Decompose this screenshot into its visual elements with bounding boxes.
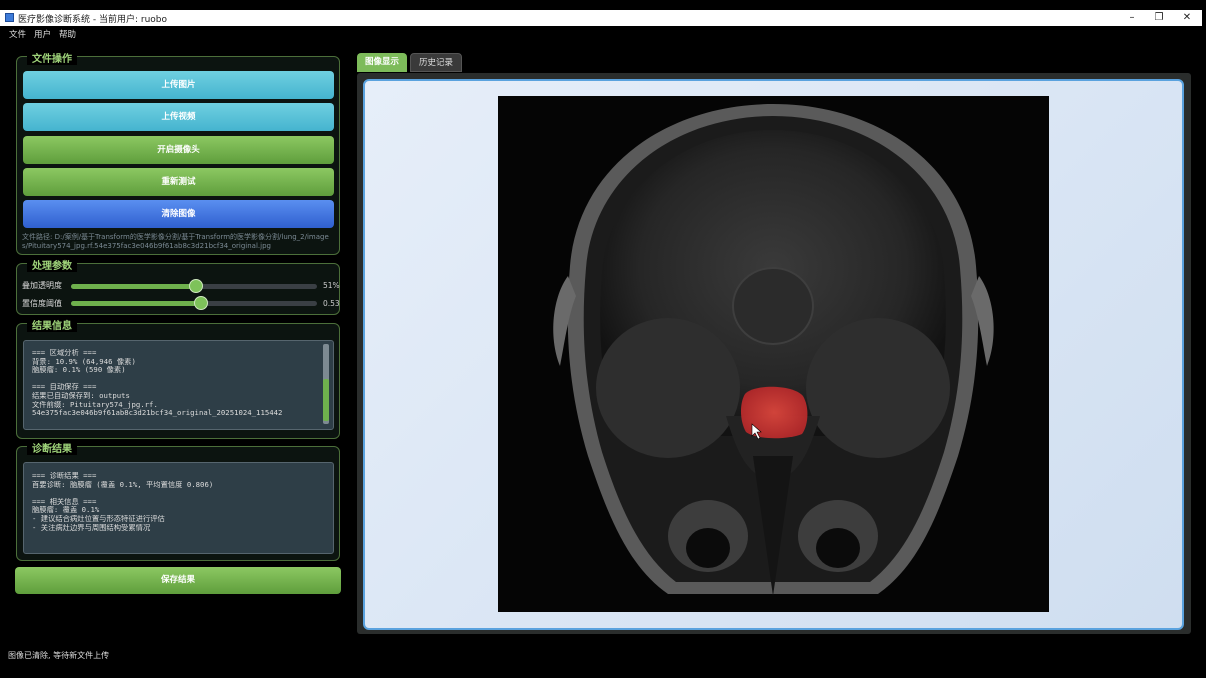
title-bar: 医疗影像诊断系统 - 当前用户: ruobo – ❐ ✕ bbox=[0, 10, 1202, 26]
diagnosis-line: 首要诊断: 脑膜瘤 (覆盖 0.1%, 平均置信度 0.806) bbox=[32, 480, 214, 489]
confidence-threshold-slider[interactable] bbox=[71, 296, 317, 310]
menu-bar: 文件 用户 帮助 bbox=[0, 26, 1202, 40]
result-info-text[interactable]: === 区域分析 === 背景: 10.9% (64,946 像素) 脑膜瘤: … bbox=[23, 340, 334, 430]
status-bar-text: 图像已清除, 等待新文件上传 bbox=[8, 651, 110, 660]
tab-image-display[interactable]: 图像显示 bbox=[357, 53, 407, 72]
mri-scan-image bbox=[498, 96, 1049, 612]
result-line: 背景: 10.9% (64,946 像素) bbox=[32, 357, 136, 366]
confidence-threshold-handle[interactable] bbox=[194, 296, 209, 310]
diagnosis-line: 脑膜瘤: 覆盖 0.1% bbox=[32, 506, 100, 515]
result-scrollbar-thumb[interactable] bbox=[323, 379, 329, 421]
overlay-opacity-value: 51% bbox=[323, 281, 340, 290]
processing-params-panel: 处理参数 叠加透明度 51% 置信度阈值 0.53 bbox=[16, 257, 340, 315]
diagnosis-line: === 相关信息 === bbox=[32, 497, 97, 506]
close-button[interactable]: ✕ bbox=[1173, 10, 1201, 26]
file-path-text: 文件路径: D:/案例/基于Transform的医学影像分割/基于Transfo… bbox=[22, 233, 329, 250]
diagnosis-line: - 关注病灶边界与周围结构受累情况 bbox=[32, 523, 151, 532]
file-operations-panel: 文件操作 上传图片 上传视频 开启摄像头 重新测试 清除图像 文件路径: D:/… bbox=[16, 50, 340, 255]
diagnosis-line: - 建议结合病灶位置与形态特征进行评估 bbox=[32, 514, 165, 523]
app-icon bbox=[5, 13, 14, 22]
save-results-button[interactable]: 保存结果 bbox=[15, 567, 341, 594]
overlay-opacity-label: 叠加透明度 bbox=[22, 281, 62, 290]
menu-user[interactable]: 用户 bbox=[34, 28, 51, 40]
upload-video-button[interactable]: 上传视频 bbox=[23, 103, 334, 131]
menu-file[interactable]: 文件 bbox=[9, 28, 26, 40]
result-line: === 自动保存 === bbox=[32, 383, 97, 392]
overlay-opacity-fill bbox=[71, 284, 197, 289]
result-line: === 区域分析 === bbox=[32, 349, 97, 357]
result-line: 脑膜瘤: 0.1% (590 像素) bbox=[32, 366, 126, 375]
retest-button[interactable]: 重新测试 bbox=[23, 168, 334, 196]
mri-scan-drawing bbox=[498, 96, 1049, 612]
diagnosis-panel: 诊断结果 === 诊断结果 === 首要诊断: 脑膜瘤 (覆盖 0.1%, 平均… bbox=[16, 440, 340, 561]
maximize-button[interactable]: ❐ bbox=[1145, 10, 1173, 26]
confidence-threshold-fill bbox=[71, 301, 202, 306]
confidence-threshold-label: 置信度阈值 bbox=[22, 299, 62, 308]
tab-history[interactable]: 历史记录 bbox=[410, 53, 462, 72]
diagnosis-line bbox=[32, 489, 325, 498]
menu-help[interactable]: 帮助 bbox=[59, 28, 76, 40]
result-info-title: 结果信息 bbox=[27, 317, 77, 332]
clear-image-button[interactable]: 清除图像 bbox=[23, 200, 334, 228]
window-title: 医疗影像诊断系统 - 当前用户: ruobo bbox=[18, 15, 167, 25]
overlay-opacity-slider[interactable] bbox=[71, 279, 317, 293]
diagnosis-line: === 诊断结果 === bbox=[32, 472, 97, 480]
diagnosis-text[interactable]: === 诊断结果 === 首要诊断: 脑膜瘤 (覆盖 0.1%, 平均置信度 0… bbox=[23, 462, 334, 554]
result-line: 结果已自动保存到: outputs bbox=[32, 391, 130, 400]
result-line bbox=[32, 375, 325, 384]
upload-image-button[interactable]: 上传图片 bbox=[23, 71, 334, 99]
overlay-opacity-handle[interactable] bbox=[189, 279, 204, 293]
processing-params-title: 处理参数 bbox=[27, 257, 77, 272]
result-info-panel: 结果信息 === 区域分析 === 背景: 10.9% (64,946 像素) … bbox=[16, 317, 340, 439]
open-camera-button[interactable]: 开启摄像头 bbox=[23, 136, 334, 164]
result-line: 文件前缀: Pituitary574_jpg.rf. bbox=[32, 400, 158, 409]
diagnosis-title: 诊断结果 bbox=[27, 440, 77, 455]
file-operations-title: 文件操作 bbox=[27, 50, 77, 65]
confidence-threshold-value: 0.53 bbox=[323, 299, 340, 308]
minimize-button[interactable]: – bbox=[1118, 10, 1146, 26]
result-line: 54e375fac3e046b9f61ab8c3d21bcf34_origina… bbox=[32, 409, 283, 418]
